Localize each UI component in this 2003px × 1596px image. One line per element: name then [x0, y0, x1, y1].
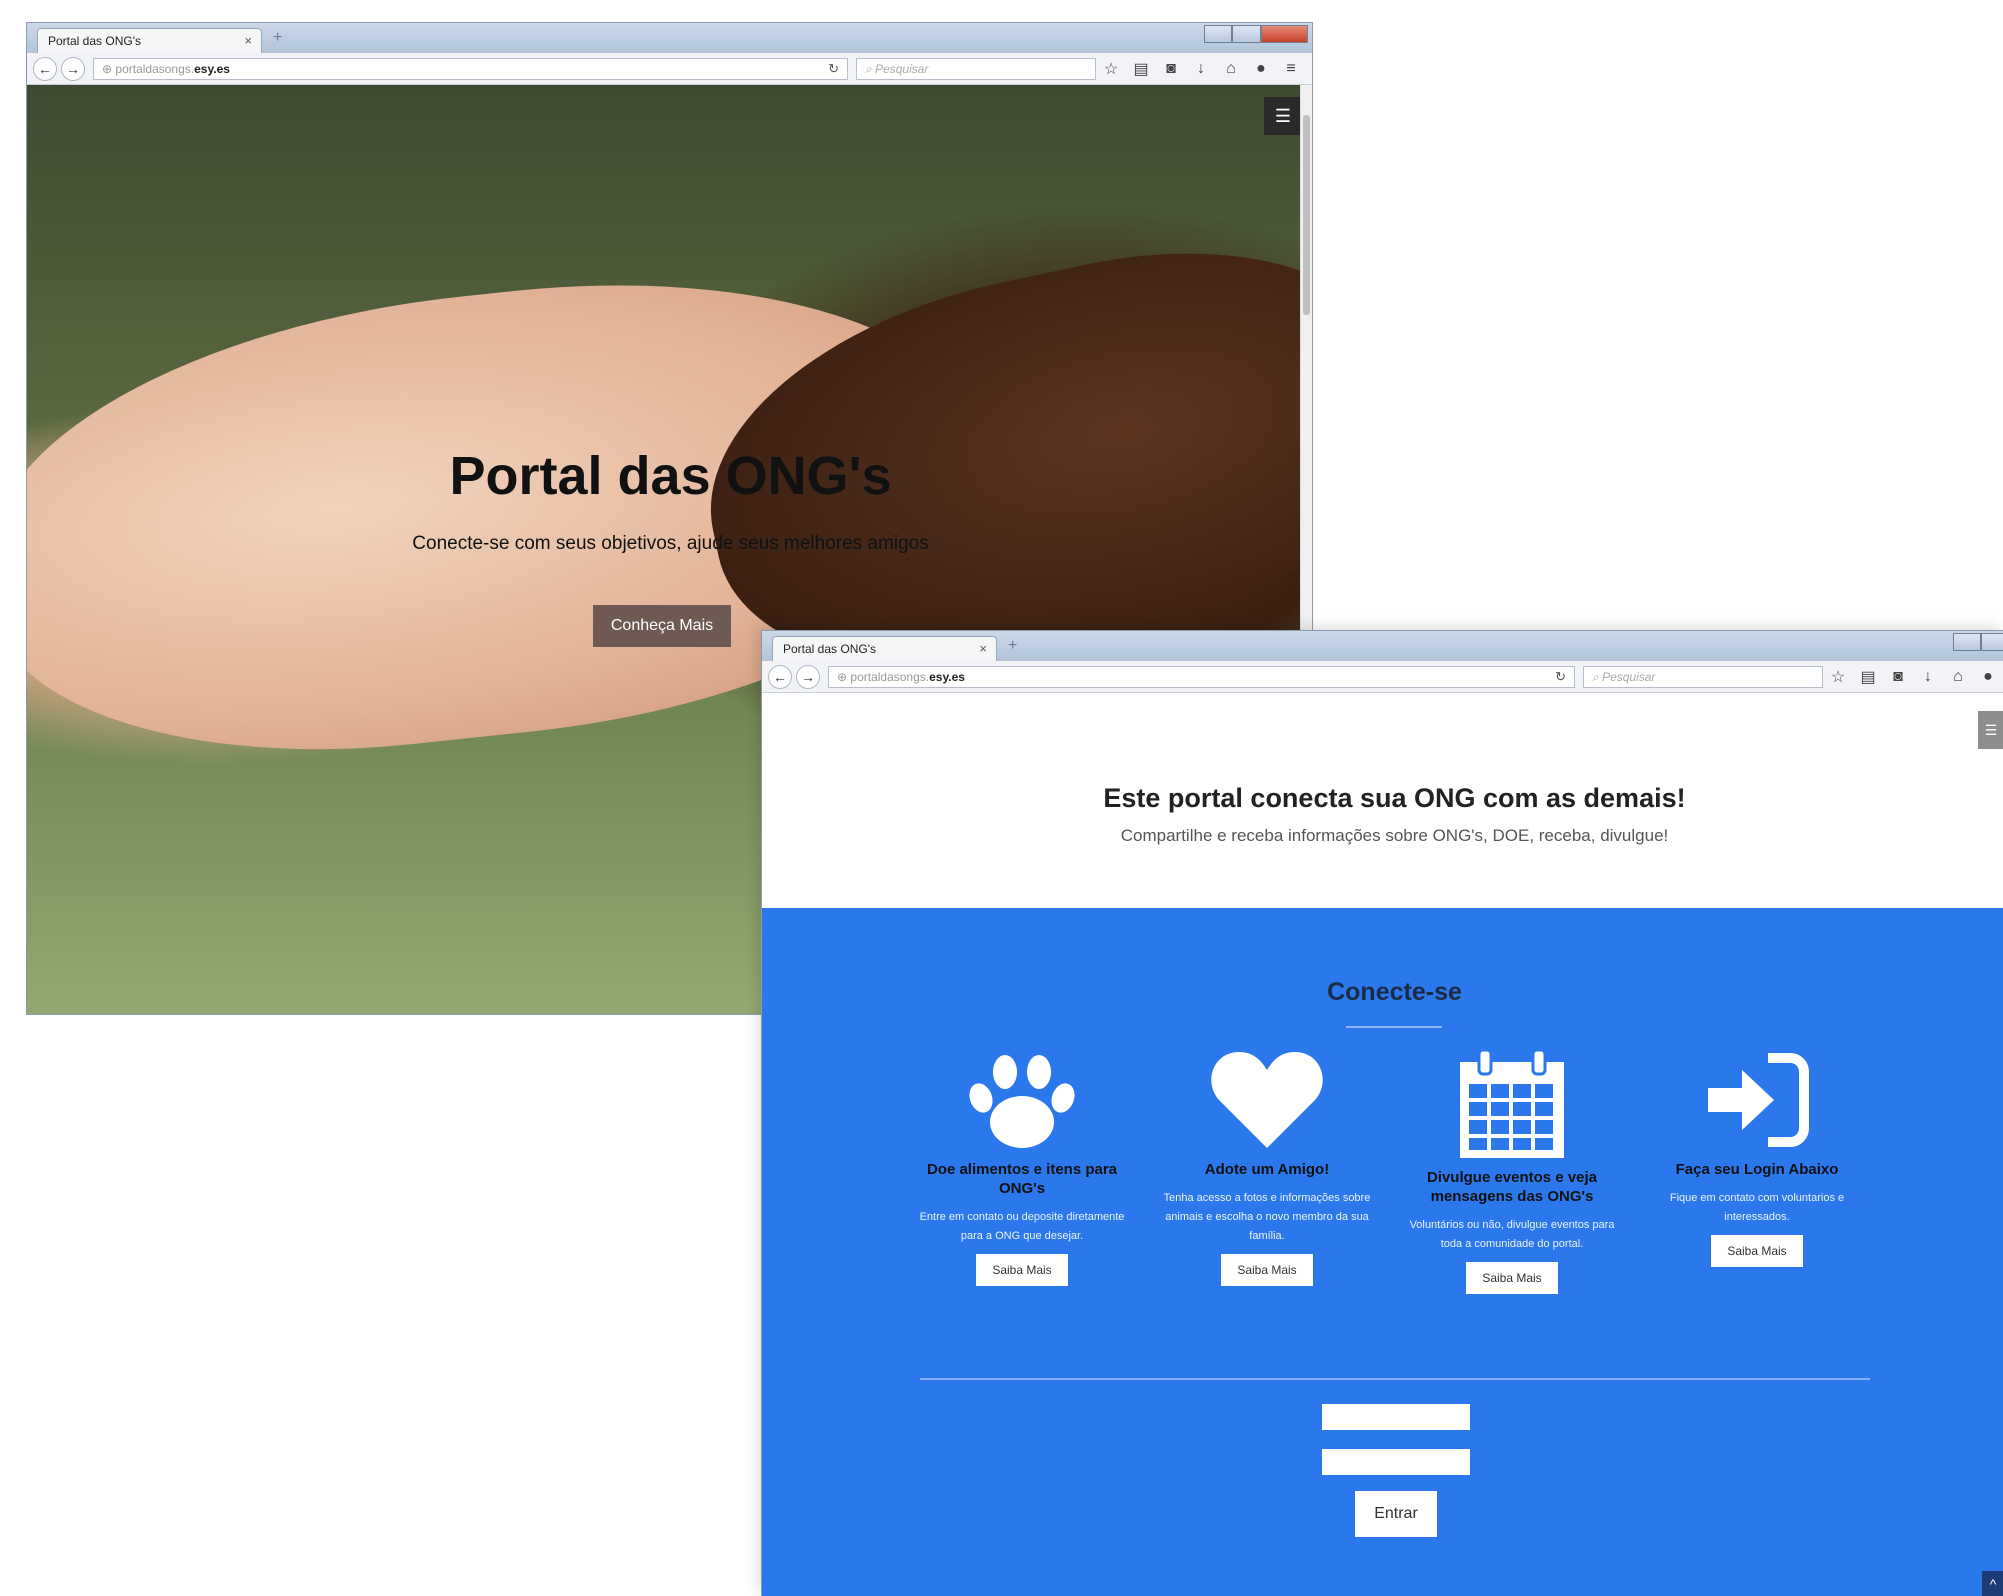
feature-donate: Doe alimentos e itens para ONG's Entre e… [912, 1048, 1132, 1286]
bookmarks-list-icon[interactable]: ▤ [1126, 59, 1156, 79]
username-field[interactable] [1322, 1404, 1470, 1430]
navigation-toolbar: ← → ⊕ portaldasongs.esy.es ↻ ⌕ Pesquisar… [27, 53, 1312, 85]
window-controls [1204, 25, 1308, 43]
address-bar[interactable]: ⊕ portaldasongs.esy.es ↻ [93, 57, 848, 80]
bookmark-star-icon[interactable]: ☆ [1823, 667, 1853, 687]
back-to-top-icon[interactable]: ^ [1982, 1571, 2003, 1596]
browser-window-content: Portal das ONG's × + ← → ⊕ portaldasongs… [761, 630, 2003, 1596]
feature-adopt: Adote um Amigo! Tenha acesso a fotos e i… [1157, 1048, 1377, 1286]
home-icon[interactable]: ⌂ [1216, 60, 1246, 78]
screenshot-stage: Portal das ONG's × + ← → ⊕ portaldasongs… [0, 0, 2003, 1596]
tab-title: Portal das ONG's [48, 34, 141, 48]
sign-in-icon [1708, 1053, 1809, 1147]
site-menu-icon[interactable]: ☰ [1978, 711, 2003, 749]
page-content: ☰ Este portal conecta sua ONG com as dem… [762, 693, 2003, 1596]
maximize-button[interactable] [1232, 25, 1261, 43]
feature-text: Tenha acesso a fotos e informações sobre… [1163, 1192, 1371, 1242]
site-info-icon[interactable]: ⊕ [837, 670, 850, 684]
back-arrow-icon[interactable]: ← [33, 56, 57, 81]
address-bar[interactable]: ⊕ portaldasongs.esy.es ↻ [828, 665, 1575, 688]
back-arrow-icon[interactable]: ← [768, 664, 792, 689]
learn-more-button[interactable]: Saiba Mais [1711, 1235, 1803, 1267]
intro-subtitle: Compartilhe e receba informações sobre O… [1120, 826, 1669, 845]
feature-text: Entre em contato ou deposite diretamente… [919, 1211, 1125, 1242]
title-bar: Portal das ONG's × + [27, 23, 1312, 53]
url-domain: esy.es [194, 61, 230, 76]
pocket-icon[interactable]: ◙ [1883, 668, 1913, 686]
bookmark-star-icon[interactable]: ☆ [1096, 59, 1126, 79]
close-window-button[interactable] [1260, 25, 1308, 43]
calendar-icon [1460, 1048, 1564, 1158]
minimize-button[interactable] [1204, 25, 1233, 43]
feature-text: Voluntários ou não, divulgue eventos par… [1409, 1219, 1615, 1250]
window-controls [1953, 633, 2003, 651]
search-placeholder: Pesquisar [875, 61, 929, 76]
login-submit-button[interactable]: Entrar [1355, 1491, 1437, 1537]
learn-more-button[interactable]: Saiba Mais [1466, 1262, 1558, 1294]
search-box[interactable]: ⌕ Pesquisar [1583, 665, 1823, 688]
hero-subtitle: Conecte-se com seus objetivos, ajude seu… [412, 533, 929, 554]
forward-arrow-icon[interactable]: → [61, 56, 85, 81]
bookmarks-list-icon[interactable]: ▤ [1853, 667, 1883, 687]
browser-tab[interactable]: Portal das ONG's × [772, 636, 997, 661]
url-domain: esy.es [929, 669, 965, 684]
search-box[interactable]: ⌕ Pesquisar [856, 57, 1096, 80]
maximize-button[interactable] [1981, 633, 2003, 651]
feature-title: Faça seu Login Abaixo [1675, 1161, 1839, 1178]
home-icon[interactable]: ⌂ [1943, 668, 1973, 686]
heart-icon [1211, 1052, 1323, 1148]
feature-login: Faça seu Login Abaixo Fique em contato c… [1647, 1048, 1867, 1267]
password-field[interactable] [1322, 1449, 1470, 1475]
url-host: portaldasongs. [850, 669, 930, 684]
feature-text: Fique em contato com voluntarios e inter… [1669, 1192, 1845, 1223]
forward-arrow-icon[interactable]: → [796, 664, 820, 689]
reload-icon[interactable]: ↻ [828, 61, 839, 77]
site-menu-icon[interactable]: ☰ [1264, 97, 1302, 135]
hamburger-menu-icon[interactable]: ≡ [1276, 60, 1306, 78]
section-title-underline [1346, 1026, 1442, 1028]
browser-tab[interactable]: Portal das ONG's × [37, 28, 262, 53]
intro-title: Este portal conecta sua ONG com as demai… [1103, 783, 1686, 813]
chat-icon[interactable]: ● [1973, 668, 2003, 686]
site-info-icon[interactable]: ⊕ [102, 62, 115, 76]
reload-icon[interactable]: ↻ [1555, 669, 1566, 685]
hero-title: Portal das ONG's [449, 446, 892, 506]
chat-icon[interactable]: ● [1246, 60, 1276, 78]
learn-more-button[interactable]: Saiba Mais [1221, 1254, 1313, 1286]
tab-title: Portal das ONG's [783, 642, 876, 656]
scrollbar-thumb[interactable] [1303, 115, 1310, 315]
download-icon[interactable]: ↓ [1186, 60, 1216, 78]
learn-more-button[interactable]: Saiba Mais [976, 1254, 1068, 1286]
feature-title: Doe alimentos e itens para ONG's [926, 1161, 1118, 1197]
close-tab-icon[interactable]: × [979, 641, 987, 656]
search-placeholder: Pesquisar [1602, 669, 1656, 684]
url-host: portaldasongs. [115, 61, 195, 76]
navigation-toolbar: ← → ⊕ portaldasongs.esy.es ↻ ⌕ Pesquisar… [762, 661, 2003, 693]
feature-title: Divulgue eventos e veja mensagens das ON… [1426, 1169, 1598, 1205]
title-bar: Portal das ONG's × + [762, 631, 2003, 661]
learn-more-button[interactable]: Conheça Mais [593, 605, 731, 647]
download-icon[interactable]: ↓ [1913, 668, 1943, 686]
feature-events: Divulgue eventos e veja mensagens das ON… [1402, 1048, 1622, 1294]
paw-icon [969, 1055, 1075, 1148]
feature-title: Adote um Amigo! [1204, 1161, 1330, 1178]
new-tab-icon[interactable]: + [1008, 637, 1017, 655]
new-tab-icon[interactable]: + [273, 29, 282, 47]
section-divider [920, 1378, 1870, 1380]
close-tab-icon[interactable]: × [244, 33, 252, 48]
pocket-icon[interactable]: ◙ [1156, 60, 1186, 78]
section-title: Conecte-se [1327, 978, 1462, 1006]
minimize-button[interactable] [1953, 633, 1982, 651]
connect-section: Conecte-se Doe alimentos e itens para ON… [762, 908, 2003, 1596]
